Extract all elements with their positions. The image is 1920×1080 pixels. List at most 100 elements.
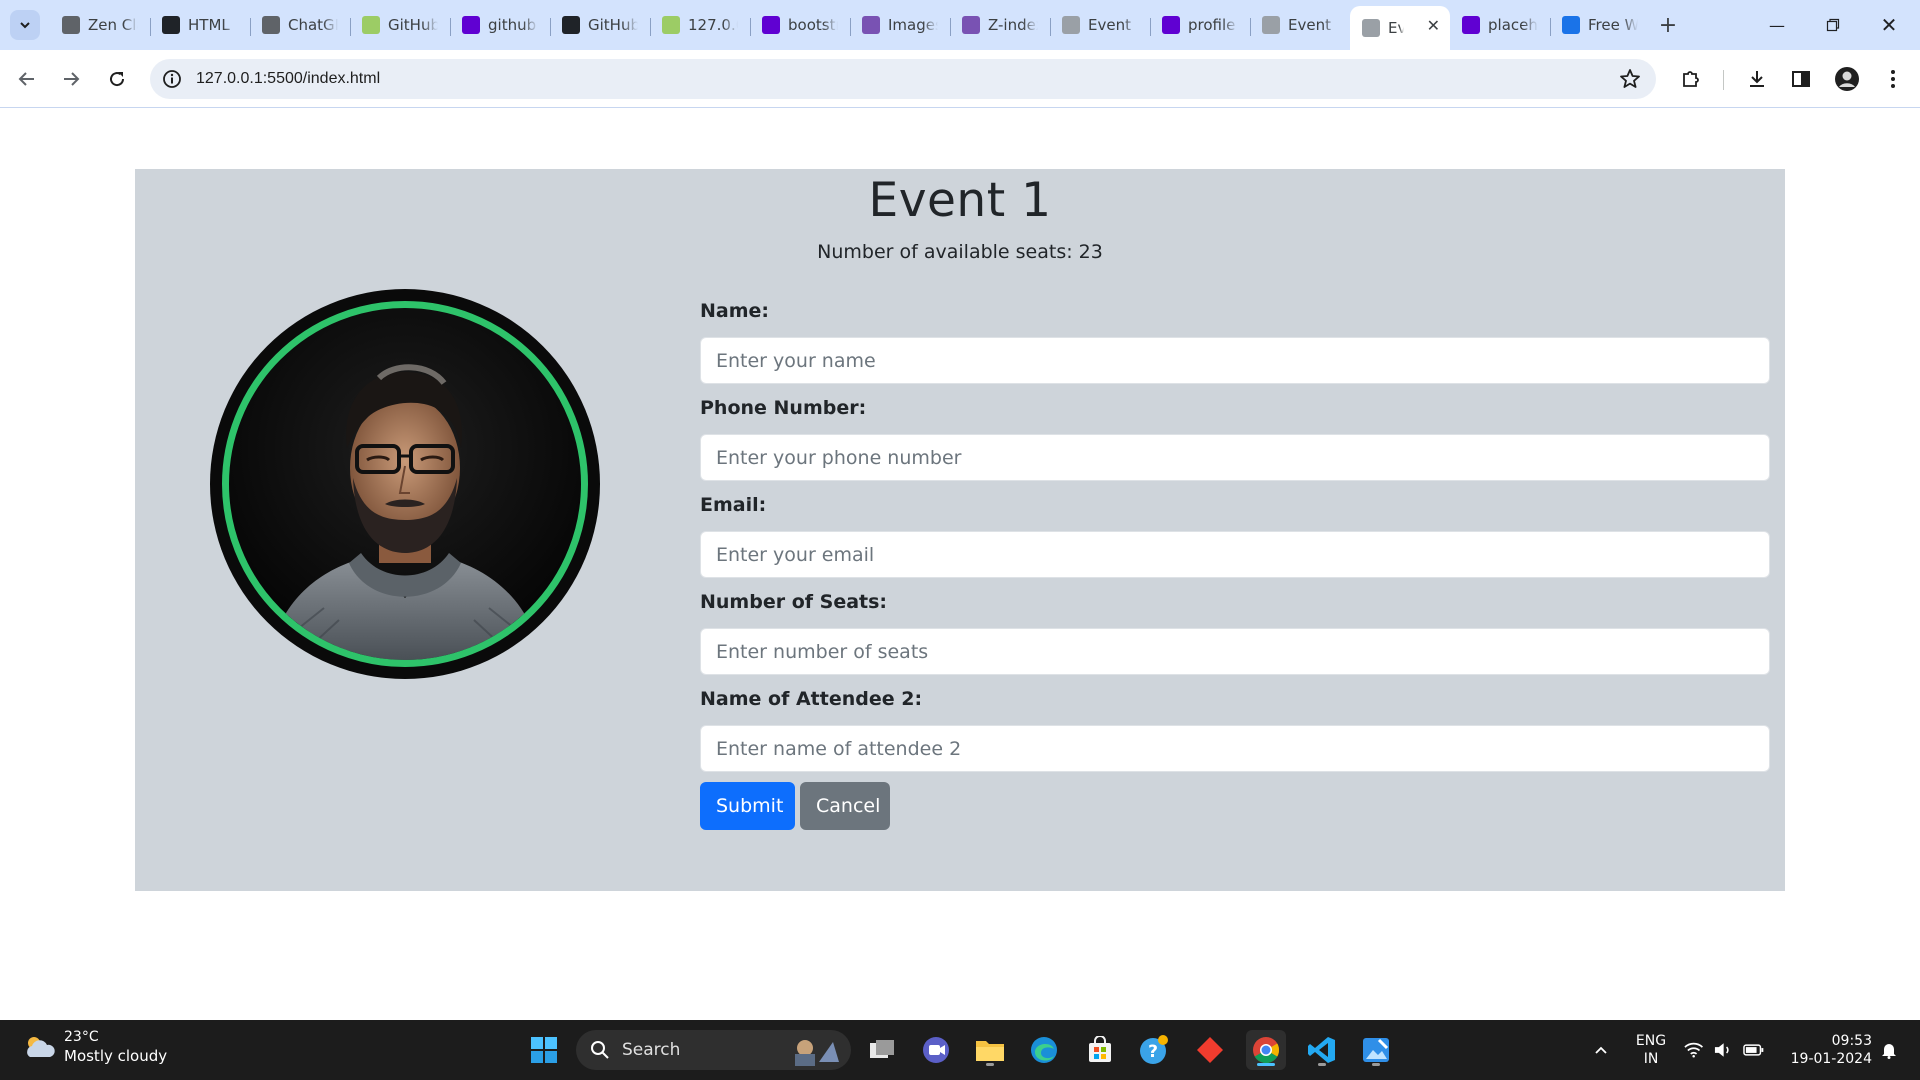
git-app[interactable] [1190,1030,1230,1070]
reload-button[interactable] [102,64,132,94]
bookmark-star-icon[interactable] [1618,67,1642,91]
browser-tab[interactable]: Free Website [1550,6,1650,44]
language-code: ENG [1635,1033,1667,1049]
start-button[interactable] [524,1030,564,1070]
yahoo-favicon-icon [1462,16,1480,34]
help-app[interactable]: ? [1134,1030,1174,1070]
battery-icon [1742,1044,1764,1056]
puzzle-icon [1683,71,1699,87]
minimize-button[interactable]: — [1750,0,1804,50]
github-favicon-icon [162,16,180,34]
browser-tab[interactable]: Event [1050,6,1150,44]
volume-icon [1715,1043,1729,1057]
globe-favicon-icon [1062,16,1080,34]
more-vert-icon [1891,70,1895,88]
close-tab-icon[interactable]: ✕ [1427,16,1440,35]
email-input[interactable] [700,531,1770,578]
close-icon: ✕ [1880,13,1898,37]
paint-app[interactable] [1356,1030,1396,1070]
browser-tab[interactable]: Images [850,6,950,44]
language-region: IN [1643,1051,1659,1067]
tab-search-button[interactable] [10,10,40,40]
weather-condition: Mostly cloudy [64,1047,168,1065]
store-app[interactable] [1080,1030,1120,1070]
chevron-down-icon [20,22,30,29]
phone-input[interactable] [700,434,1770,481]
active-indicator [1257,1063,1275,1066]
profile-button[interactable] [1832,64,1862,94]
tab-title: 127.0.0.1 [688,16,738,34]
edge-app[interactable] [1024,1030,1064,1070]
arrow-left-icon [18,72,34,86]
browser-tab[interactable]: ChatGPT [250,6,350,44]
tab-title: Free Website [1588,16,1638,34]
back-button[interactable] [12,64,42,94]
system-tray-status[interactable] [1684,1020,1764,1080]
language-indicator[interactable]: ENG IN [1628,1020,1674,1080]
phone-label: Phone Number: [700,397,867,419]
browser-tab[interactable]: github [450,6,550,44]
address-bar[interactable]: 127.0.0.1:5500/index.html [150,59,1656,99]
taskbar-search[interactable]: Search [576,1030,851,1070]
browser-tab[interactable]: placeholder [1450,6,1550,44]
booking-form: Name: Phone Number: Email: Number of Sea… [700,297,1770,830]
clock[interactable]: 09:53 19-01-2024 [1776,1020,1872,1080]
browser-tab[interactable]: Z-index [950,6,1050,44]
menu-button[interactable] [1878,64,1908,94]
tab-title: Images [888,16,938,34]
browser-tab[interactable]: GitHub [350,6,450,44]
submit-button[interactable]: Submit [700,782,795,830]
attendee2-input[interactable] [700,725,1770,772]
close-window-button[interactable]: ✕ [1862,0,1916,50]
browser-tab[interactable]: GitHub [550,6,650,44]
seats-input[interactable] [700,628,1770,675]
yahoo-favicon-icon [762,16,780,34]
download-icon [1750,71,1764,87]
browser-tab[interactable]: 127.0.0.1 [650,6,750,44]
tab-title: Event [1388,19,1404,37]
chrome-app[interactable] [1246,1030,1286,1070]
downloads-button[interactable] [1742,64,1772,94]
forward-button[interactable] [56,64,86,94]
minimize-icon: — [1769,15,1785,35]
tab-title: Z-index [988,16,1038,34]
profile-ring [222,301,588,667]
teams-app[interactable] [916,1030,956,1070]
guvi-favicon-icon [362,16,380,34]
browser-tab[interactable]: Event ✕ [1350,6,1450,50]
browser-tab[interactable]: Zen Class [50,6,150,44]
browser-tabstrip: Zen Class HTML ChatGPT GitHub github GitHub 12… [0,0,1920,50]
site-info-icon[interactable] [160,67,184,91]
globe-favicon-icon [1362,19,1380,37]
browser-tab[interactable]: bootstrap [750,6,850,44]
running-indicator [986,1063,994,1066]
tab-title: profile [1188,16,1236,34]
vscode-app[interactable] [1302,1030,1342,1070]
tab-title: HTML [188,16,230,34]
clock-date: 19-01-2024 [1790,1051,1872,1067]
side-panel-button[interactable] [1786,64,1816,94]
task-view-button[interactable] [862,1030,902,1070]
svg-text:?: ? [1148,1042,1158,1062]
restore-button[interactable] [1806,0,1860,50]
notifications-button[interactable] [1874,1020,1904,1080]
chevron-up-icon [1595,1046,1607,1054]
vscode-icon [1308,1037,1335,1063]
browser-tab[interactable]: profile [1150,6,1250,44]
name-input[interactable] [700,337,1770,384]
profile-photo [210,289,600,679]
cancel-button[interactable]: Cancel [800,782,890,830]
bootstrap-favicon-icon [862,16,880,34]
new-tab-button[interactable]: + [1650,6,1686,44]
browser-tab[interactable]: Event [1250,6,1350,44]
file-explorer-app[interactable] [970,1030,1010,1070]
show-hidden-icons-button[interactable] [1586,1020,1616,1080]
folder-icon [976,1041,1004,1061]
taskbar: 23°C Mostly cloudy Search ? ENG IN 09:53… [0,1020,1920,1080]
weather-widget[interactable]: 23°C Mostly cloudy [22,1028,167,1066]
available-seats-text: Number of available seats: 23 [817,241,1103,263]
yahoo-favicon-icon [1162,16,1180,34]
extensions-button[interactable] [1676,64,1706,94]
browser-tab[interactable]: HTML [150,6,250,44]
chrome-icon [1253,1037,1280,1064]
